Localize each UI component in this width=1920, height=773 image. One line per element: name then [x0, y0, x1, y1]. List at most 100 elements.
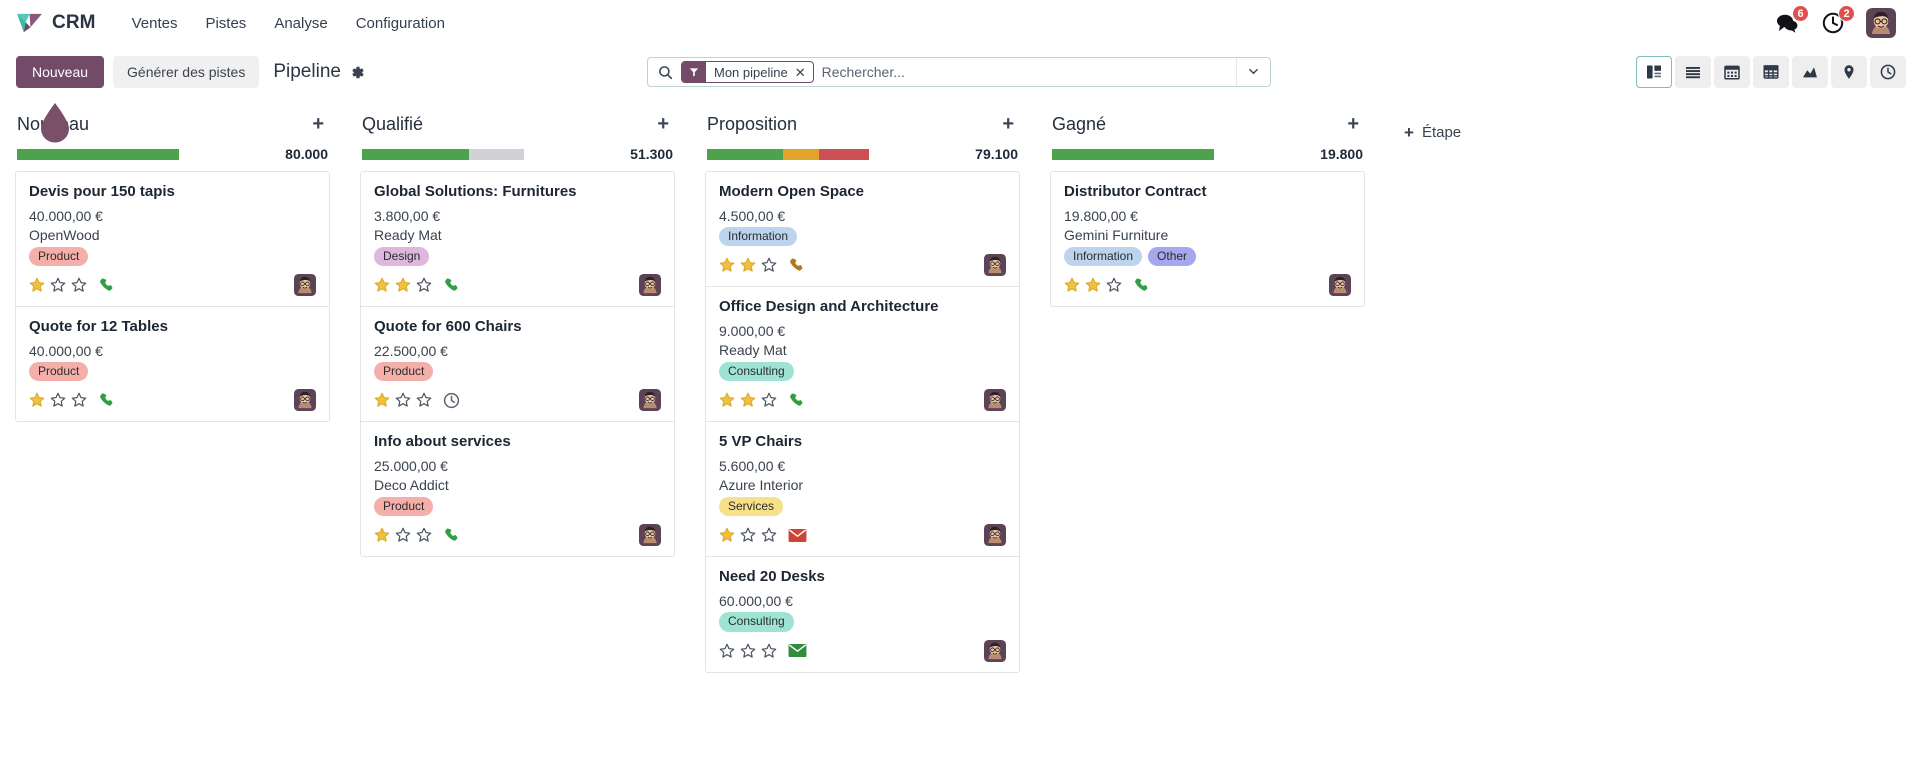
column-title[interactable]: Proposition: [707, 114, 797, 135]
kanban-card[interactable]: Info about services 25.000,00 € Deco Addic…: [361, 422, 674, 557]
progress-segment[interactable]: [362, 148, 469, 160]
user-avatar[interactable]: [1329, 274, 1351, 297]
rating-stars[interactable]: [374, 527, 432, 543]
generate-leads-button[interactable]: Générer des pistes: [113, 55, 260, 89]
view-list[interactable]: [1675, 56, 1711, 88]
progress-segment[interactable]: [818, 148, 869, 160]
plus-icon[interactable]: +: [308, 112, 328, 136]
column-title[interactable]: Qualifié: [362, 114, 423, 135]
progress-segment[interactable]: [707, 148, 784, 160]
column-progress: 19.800: [1050, 146, 1365, 162]
kanban-card[interactable]: Global Solutions: Furnitures 3.800,00 € Re…: [361, 172, 674, 308]
card-tag[interactable]: Product: [29, 361, 89, 382]
view-kanban[interactable]: [1636, 56, 1672, 88]
phone-icon[interactable]: [1133, 277, 1150, 294]
view-activity[interactable]: [1870, 56, 1906, 88]
progress-bar[interactable]: [17, 148, 179, 160]
kanban-card[interactable]: Distributor Contract 19.800,00 € Gemini Fu…: [1051, 172, 1364, 307]
progress-segment[interactable]: [1052, 148, 1214, 160]
phone-icon[interactable]: [443, 527, 460, 544]
view-map[interactable]: [1831, 56, 1867, 88]
card-tag[interactable]: Other: [1148, 246, 1197, 267]
user-avatar[interactable]: [294, 389, 316, 412]
chevron-down-icon[interactable]: [1236, 58, 1270, 86]
envelope-icon[interactable]: [788, 643, 807, 658]
user-avatar[interactable]: [984, 389, 1006, 412]
card-tag[interactable]: Information: [1064, 246, 1143, 267]
card-tag[interactable]: Information: [719, 226, 798, 247]
phone-icon[interactable]: [788, 257, 805, 274]
kanban-card[interactable]: 5 VP Chairs 5.600,00 € Azure Interior Servi…: [706, 422, 1019, 558]
progress-bar[interactable]: [1052, 148, 1214, 160]
phone-icon[interactable]: [443, 277, 460, 294]
add-stage-button[interactable]: + Étape: [1394, 118, 1471, 147]
envelope-icon[interactable]: [788, 528, 807, 543]
rating-stars[interactable]: [29, 277, 87, 293]
close-icon[interactable]: ✕: [795, 66, 813, 79]
rating-stars[interactable]: [29, 392, 87, 408]
kanban-card[interactable]: Need 20 Desks 60.000,00 € Consulting: [706, 557, 1019, 672]
card-footer: [374, 273, 661, 297]
nav-link-ventes[interactable]: Ventes: [118, 9, 192, 38]
progress-bar[interactable]: [362, 148, 524, 160]
card-partner: OpenWood: [29, 226, 100, 243]
view-calendar[interactable]: [1714, 56, 1750, 88]
progress-segment[interactable]: [783, 148, 819, 160]
view-graph[interactable]: [1792, 56, 1828, 88]
search-bar[interactable]: Mon pipeline ✕: [647, 57, 1271, 87]
gear-icon[interactable]: [350, 65, 365, 80]
plus-icon[interactable]: +: [1343, 112, 1363, 136]
search-input[interactable]: [819, 58, 1236, 86]
kanban-card[interactable]: Office Design and Architecture 9.000,00 €…: [706, 287, 1019, 423]
plus-icon[interactable]: +: [998, 112, 1018, 136]
kanban-card[interactable]: Quote for 600 Chairs 22.500,00 € Product: [361, 307, 674, 423]
card-tag[interactable]: Consulting: [719, 361, 794, 382]
card-tags: Information Other: [1064, 246, 1351, 267]
kanban-card[interactable]: Devis pour 150 tapis 40.000,00 € OpenWood P…: [16, 172, 329, 308]
clock-activities-icon[interactable]: 2: [1820, 5, 1855, 36]
phone-icon[interactable]: [788, 392, 805, 409]
kanban-card[interactable]: Quote for 12 Tables 40.000,00 € Product: [16, 307, 329, 422]
phone-icon[interactable]: [98, 392, 115, 409]
card-tag[interactable]: Consulting: [719, 612, 794, 632]
progress-segment[interactable]: [468, 148, 524, 160]
card-tag[interactable]: Product: [374, 361, 434, 382]
user-avatar[interactable]: [294, 274, 316, 297]
user-avatar[interactable]: [639, 274, 661, 297]
rating-stars[interactable]: [719, 257, 777, 273]
rating-stars[interactable]: [719, 392, 777, 408]
progress-bar[interactable]: [707, 148, 869, 160]
rating-stars[interactable]: [719, 643, 777, 659]
user-avatar[interactable]: [639, 389, 661, 412]
user-avatar[interactable]: [639, 524, 661, 547]
kanban-card[interactable]: Modern Open Space 4.500,00 € Information: [706, 172, 1019, 288]
card-tag[interactable]: Product: [29, 246, 89, 267]
user-avatar[interactable]: [984, 524, 1006, 547]
card-partner: Deco Addict: [374, 477, 449, 494]
plus-icon[interactable]: +: [653, 112, 673, 136]
view-pivot[interactable]: [1753, 56, 1789, 88]
card-tag[interactable]: Services: [719, 497, 784, 517]
rating-stars[interactable]: [374, 392, 432, 408]
rating-stars[interactable]: [374, 277, 432, 293]
progress-segment[interactable]: [17, 148, 179, 160]
nav-link-configuration[interactable]: Configuration: [342, 9, 459, 38]
nav-link-pistes[interactable]: Pistes: [191, 9, 260, 38]
column-title[interactable]: Nouveau: [17, 114, 89, 135]
rating-stars[interactable]: [719, 527, 777, 543]
nav-link-analyse[interactable]: Analyse: [260, 9, 341, 38]
search-facet-mon-pipeline[interactable]: Mon pipeline ✕: [681, 61, 814, 83]
rating-stars[interactable]: [1064, 277, 1122, 293]
card-tag[interactable]: Product: [374, 497, 434, 517]
user-avatar[interactable]: [984, 639, 1006, 662]
column-title[interactable]: Gagné: [1052, 114, 1106, 135]
breadcrumb: Pipeline: [273, 61, 365, 83]
avatar[interactable]: [1866, 8, 1896, 38]
new-button[interactable]: Nouveau: [16, 55, 105, 89]
clock-icon[interactable]: [443, 392, 460, 409]
card-tag[interactable]: Design: [374, 246, 430, 267]
phone-icon[interactable]: [98, 277, 115, 294]
user-avatar[interactable]: [984, 254, 1006, 277]
brand[interactable]: CRM: [16, 12, 96, 34]
messages-icon[interactable]: 6: [1774, 5, 1809, 36]
